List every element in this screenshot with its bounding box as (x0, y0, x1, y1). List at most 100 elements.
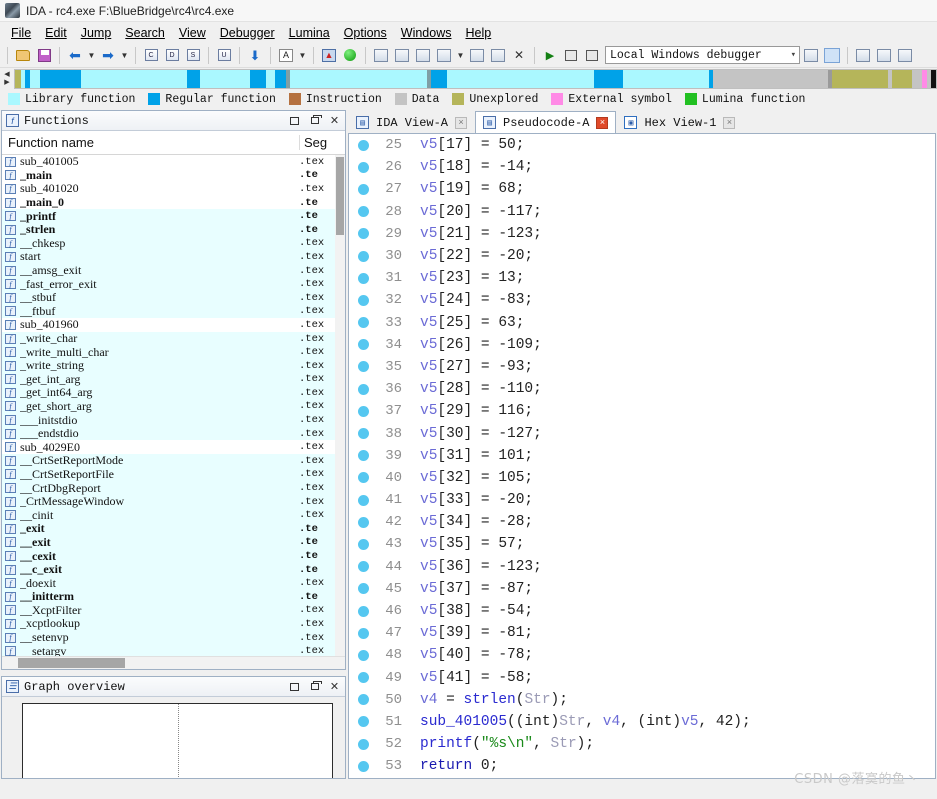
pseudocode-line[interactable]: 38 v5[30] = -127; (349, 422, 935, 444)
function-list-row[interactable]: f __exit .te (2, 535, 345, 550)
pseudocode-line[interactable]: 52 printf("%s\n", Str); (349, 733, 935, 755)
line-marker-icon[interactable] (358, 516, 369, 528)
pseudocode-line[interactable]: 27 v5[19] = 68; (349, 178, 935, 200)
menu-lumina[interactable]: Lumina (282, 24, 337, 42)
flowchart-button[interactable] (392, 46, 412, 65)
graph-float-button[interactable] (307, 679, 322, 694)
function-list-row[interactable]: f _printf .te (2, 209, 345, 223)
pseudocode-line[interactable]: 41 v5[33] = -20; (349, 489, 935, 511)
pseudocode-line[interactable]: 51 sub_401005((int)Str, v4, (int)v5, 42); (349, 711, 935, 733)
navigation-band[interactable] (14, 69, 937, 89)
line-marker-icon[interactable] (358, 250, 369, 262)
line-marker-icon[interactable] (358, 760, 369, 772)
attach-process-button[interactable] (822, 46, 842, 65)
function-list-row[interactable]: f __setargv .tex (2, 644, 345, 656)
pseudocode-line[interactable]: 44 v5[36] = -123; (349, 556, 935, 578)
pseudocode-line[interactable]: 25 v5[17] = 50; (349, 134, 935, 156)
line-marker-icon[interactable] (358, 339, 369, 351)
save-button[interactable] (34, 46, 54, 65)
menu-search[interactable]: Search (118, 24, 172, 42)
debugger-options-button[interactable] (801, 46, 821, 65)
function-list-row[interactable]: f _fast_error_exit .tex (2, 277, 345, 291)
tab-close-icon[interactable]: × (596, 116, 609, 129)
graph-overview-canvas[interactable] (22, 703, 333, 778)
graph-overview-body[interactable] (2, 697, 345, 778)
create-struct-button[interactable]: S (183, 46, 203, 65)
function-list-row[interactable]: f sub_401020 .tex (2, 181, 345, 196)
menu-jump[interactable]: Jump (74, 24, 119, 42)
function-list-row[interactable]: f _CrtMessageWindow .tex (2, 494, 345, 509)
pseudocode-line[interactable]: 53 return 0; (349, 755, 935, 777)
function-list-row[interactable]: f __initterm .te (2, 589, 345, 604)
line-marker-icon[interactable] (358, 605, 369, 617)
add-breakpoint-button[interactable] (874, 46, 894, 65)
function-list-row[interactable]: f _exit .te (2, 521, 345, 536)
pseudocode-line[interactable]: 54} (349, 777, 935, 778)
string-type-button[interactable]: A (276, 46, 296, 65)
function-list-row[interactable]: f ___endstdio .tex (2, 426, 345, 441)
pseudocode-line[interactable]: 47 v5[39] = -81; (349, 622, 935, 644)
problems-button[interactable]: ▲ (319, 46, 339, 65)
function-list-row[interactable]: f _main .te (2, 168, 345, 183)
pseudocode-line[interactable]: 31 v5[23] = 13; (349, 267, 935, 289)
line-marker-icon[interactable] (358, 161, 369, 173)
function-list-row[interactable]: f sub_4029E0 .tex (2, 440, 345, 454)
menu-debugger[interactable]: Debugger (213, 24, 282, 42)
pseudocode-line[interactable]: 36 v5[28] = -110; (349, 378, 935, 400)
functions-close-button[interactable]: ✕ (327, 113, 342, 128)
function-list-row[interactable]: f _get_int64_arg .tex (2, 385, 345, 400)
run-debugger-button[interactable]: ▶ (540, 46, 560, 65)
function-list-row[interactable]: f ___initstdio .tex (2, 413, 345, 427)
stop-debugger-button[interactable] (582, 46, 602, 65)
pseudocode-view[interactable]: 25 v5[17] = 50; 26 v5[18] = -14; 27 v5[19] = … (348, 133, 936, 779)
scrollbar-thumb[interactable] (18, 658, 125, 668)
pseudocode-line[interactable]: 29 v5[21] = -123; (349, 223, 935, 245)
function-list-row[interactable]: f start .tex (2, 249, 345, 264)
graph-extra-button[interactable] (488, 46, 508, 65)
line-marker-icon[interactable] (358, 450, 369, 462)
line-marker-icon[interactable] (358, 294, 369, 306)
functions-list[interactable]: f sub_401005 .tex f _main .te f sub_401020 .texf… (2, 155, 345, 656)
function-list-row[interactable]: f __CrtDbgReport .tex (2, 481, 345, 495)
column-header-segment[interactable]: Seg (299, 135, 345, 150)
menu-file[interactable]: File (4, 24, 38, 42)
function-list-row[interactable]: f _write_char .tex (2, 331, 345, 346)
navigate-forward-dropdown[interactable]: ▼ (119, 46, 130, 65)
menu-options[interactable]: Options (337, 24, 394, 42)
pseudocode-content[interactable]: 25 v5[17] = 50; 26 v5[18] = -14; 27 v5[19] = … (349, 134, 935, 778)
tracing-button[interactable] (895, 46, 915, 65)
callgraph-button[interactable] (434, 46, 454, 65)
line-marker-icon[interactable] (358, 738, 369, 750)
line-marker-icon[interactable] (358, 472, 369, 484)
function-list-row[interactable]: f _write_string .tex (2, 358, 345, 373)
navband-scroll-controls[interactable]: ◀ ▶ (0, 68, 14, 90)
pseudocode-line[interactable]: 33 v5[25] = 63; (349, 312, 935, 334)
function-list-row[interactable]: f __CrtSetReportFile .tex (2, 467, 345, 482)
pseudocode-line[interactable]: 48 v5[40] = -78; (349, 644, 935, 666)
function-list-row[interactable]: f __setenvp .tex (2, 630, 345, 645)
pseudocode-line[interactable]: 43 v5[35] = 57; (349, 533, 935, 555)
pause-debugger-button[interactable] (561, 46, 581, 65)
pseudocode-line[interactable]: 39 v5[31] = 101; (349, 445, 935, 467)
functions-horizontal-scrollbar[interactable] (2, 656, 345, 669)
line-marker-icon[interactable] (358, 383, 369, 395)
function-list-row[interactable]: f sub_401960 .tex (2, 317, 345, 332)
line-marker-icon[interactable] (358, 627, 369, 639)
line-marker-icon[interactable] (358, 583, 369, 595)
view-tab[interactable]: ▤ Pseudocode-A × (475, 111, 617, 133)
line-marker-icon[interactable] (358, 716, 369, 728)
line-marker-icon[interactable] (358, 317, 369, 329)
graph-close-button[interactable]: ✕ (327, 679, 342, 694)
line-marker-icon[interactable] (358, 561, 369, 573)
function-list-row[interactable]: f __ftbuf .tex (2, 304, 345, 319)
xrefs-button[interactable] (413, 46, 433, 65)
pseudocode-line[interactable]: 26 v5[18] = -14; (349, 156, 935, 178)
line-marker-icon[interactable] (358, 405, 369, 417)
navigate-forward-button[interactable]: ➡ (98, 46, 118, 65)
function-list-row[interactable]: f __stbuf .tex (2, 290, 345, 305)
column-header-function-name[interactable]: Function name (2, 135, 299, 150)
menu-help[interactable]: Help (458, 24, 498, 42)
line-marker-icon[interactable] (358, 361, 369, 373)
line-marker-icon[interactable] (358, 139, 369, 151)
function-list-row[interactable]: f sub_401005 .tex (2, 155, 345, 169)
